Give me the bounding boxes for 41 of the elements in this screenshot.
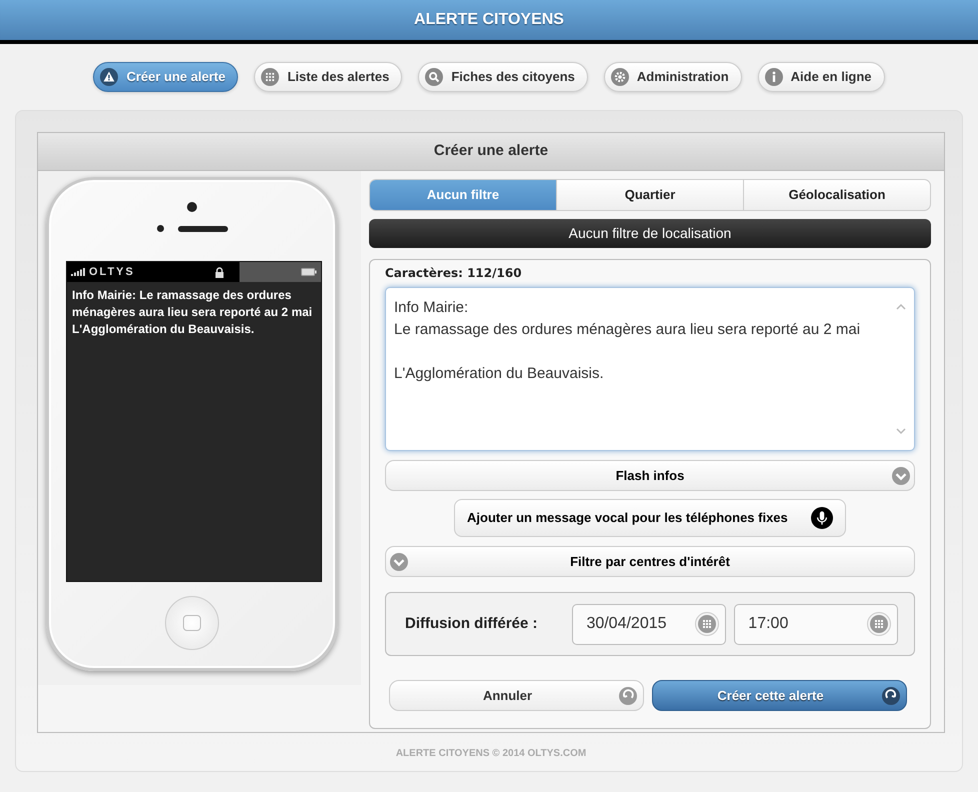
info-icon xyxy=(764,68,783,86)
schedule-label: Diffusion différée : xyxy=(405,614,539,634)
date-field[interactable]: 30/04/2015 xyxy=(572,604,726,644)
accordion-header[interactable]: Flash infos xyxy=(385,460,915,491)
accordion-header[interactable]: Filtre par centres d'intérêt xyxy=(385,546,915,577)
speaker-icon xyxy=(178,226,228,232)
filter-tab[interactable]: Quartier xyxy=(557,180,744,210)
warning-icon xyxy=(100,68,118,86)
grid-icon xyxy=(261,68,280,86)
footer-text: ALERTE CITOYENS © 2014 OLTYS.COM xyxy=(396,746,586,760)
time-field[interactable]: 17:00 xyxy=(734,604,898,644)
lock-icon xyxy=(214,266,224,278)
search-icon xyxy=(425,68,444,86)
message-field[interactable]: Info Mairie: Le ramassage des ordures ménagères aura lieu sera reporté au 2 mai L'Agglomération du Beauvaisis. xyxy=(385,287,915,451)
status-bar: Aucun filtre de localisation xyxy=(369,219,931,248)
filter-tab[interactable]: Géolocalisation xyxy=(744,180,930,210)
grid-icon[interactable] xyxy=(867,612,891,636)
create-button[interactable]: Créer cette alerte xyxy=(652,680,907,711)
phone-message: Info Mairie: Le ramassage des ordures ménagères aura lieu sera reporté au 2 mai L'Agglomération du Beauvaisis. xyxy=(71,287,314,338)
grid-icon[interactable] xyxy=(695,612,720,636)
battery-icon xyxy=(301,268,317,276)
panel-title: Créer une alerte xyxy=(434,141,548,162)
app-title: ALERTE CITOYENS xyxy=(414,10,564,30)
undo-icon xyxy=(619,686,637,704)
carrier-name: OLTYS xyxy=(89,264,135,280)
nav-button[interactable]: Administration xyxy=(604,62,742,92)
scroll-up-icon[interactable] xyxy=(896,303,906,310)
redo-icon xyxy=(882,686,900,704)
microphone-icon xyxy=(811,507,833,529)
scroll-down-icon[interactable] xyxy=(896,428,906,435)
camera-icon xyxy=(187,202,197,212)
nav-button[interactable]: Fiches des citoyens xyxy=(418,62,588,92)
cancel-button[interactable]: Annuler xyxy=(389,680,644,711)
signal-icon xyxy=(71,268,85,276)
voice-message-button[interactable]: Ajouter un message vocal pour les téléphones fixes xyxy=(454,499,846,537)
character-counter: Caractères: 112/160 xyxy=(385,265,523,282)
square-icon xyxy=(183,615,201,631)
nav-button[interactable]: Aide en ligne xyxy=(758,62,885,92)
sensor-icon xyxy=(156,225,164,232)
nav-button[interactable]: Liste des alertes xyxy=(254,62,402,92)
settings-icon xyxy=(610,68,629,86)
